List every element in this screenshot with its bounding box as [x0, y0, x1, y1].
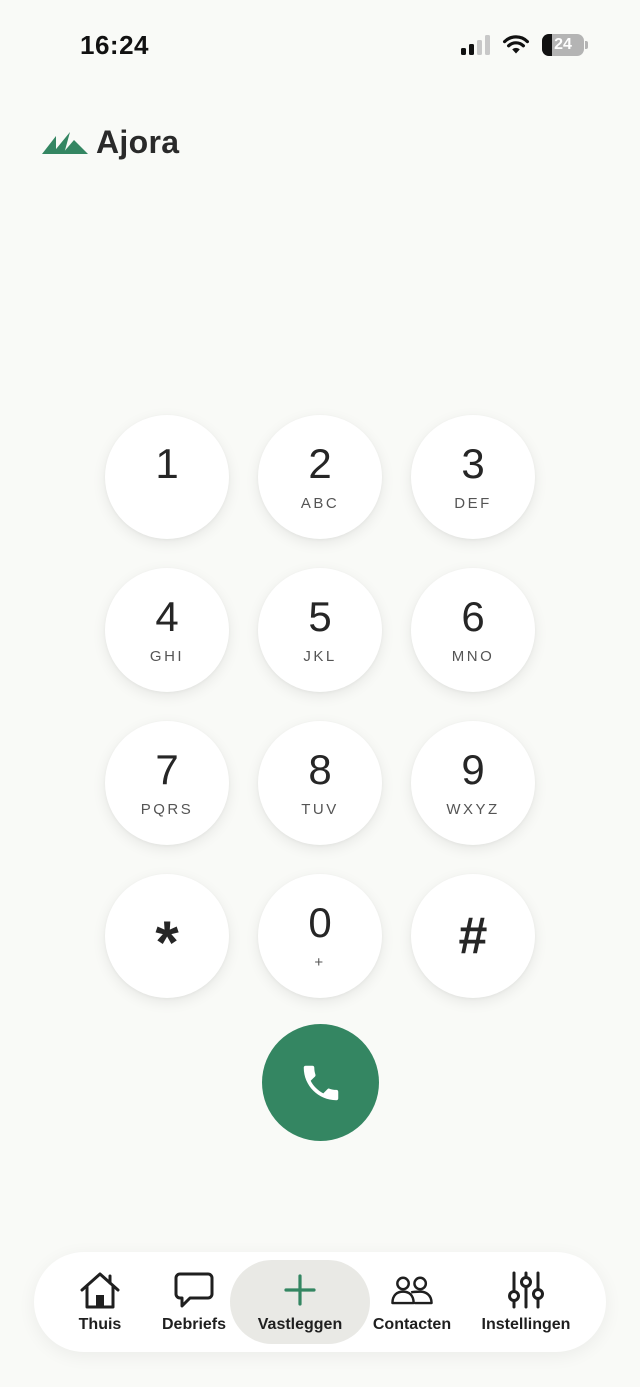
- ajora-logo-icon: [42, 131, 88, 154]
- key-digit: 5: [308, 593, 332, 640]
- key-letters: JKL: [303, 648, 337, 665]
- nav-label: Debriefs: [161, 1316, 227, 1333]
- contacts-icon: [390, 1270, 434, 1310]
- key-hash[interactable]: #: [411, 874, 535, 998]
- signal-icon: [461, 35, 490, 55]
- key-letters: MNO: [451, 648, 495, 665]
- key-digit: 6: [461, 593, 485, 640]
- keypad: 1 2 ABC 3 DEF 4 GHI 5 JKL 6 MNO 7 PQRS 8: [105, 415, 535, 998]
- wifi-icon: [503, 35, 529, 54]
- key-digit: 4: [155, 593, 179, 640]
- key-digit: 1: [155, 440, 179, 487]
- key-2[interactable]: 2 ABC: [258, 415, 382, 539]
- key-3[interactable]: 3 DEF: [411, 415, 535, 539]
- nav-label: Thuis: [78, 1316, 122, 1333]
- key-letters: GHI: [149, 648, 185, 665]
- key-letters: WXYZ: [446, 801, 500, 818]
- key-7[interactable]: 7 PQRS: [105, 721, 229, 845]
- key-digit: #: [458, 907, 488, 965]
- battery-level: 24: [554, 36, 572, 53]
- nav-item-thuis[interactable]: Thuis: [64, 1260, 136, 1344]
- app-logo: Ajora: [42, 124, 179, 161]
- battery-icon: 24: [542, 34, 584, 56]
- key-1[interactable]: 1: [105, 415, 229, 539]
- key-digit: 3: [461, 440, 485, 487]
- nav-label: Instellingen: [481, 1316, 571, 1333]
- key-letters: TUV: [301, 801, 339, 818]
- dialer-screen: 16:24 24 Ajora 1 2 ABC 3 DEF 4 GHI 5 JKL…: [0, 0, 640, 1387]
- key-4[interactable]: 4 GHI: [105, 568, 229, 692]
- plus-icon: [278, 1270, 322, 1310]
- sliders-icon: [504, 1270, 548, 1310]
- key-0[interactable]: 0 +: [258, 874, 382, 998]
- bottom-nav: Thuis Debriefs Vastleggen Contacten Inst…: [34, 1252, 606, 1352]
- nav-item-instellingen[interactable]: Instellingen: [476, 1260, 576, 1344]
- key-5[interactable]: 5 JKL: [258, 568, 382, 692]
- key-digit: 0: [308, 899, 332, 946]
- key-letters: DEF: [454, 495, 492, 512]
- status-icons: 24: [461, 34, 588, 56]
- phone-icon: [303, 1065, 338, 1100]
- key-digit: 9: [461, 746, 485, 793]
- key-digit: 2: [308, 440, 332, 487]
- nav-item-debriefs[interactable]: Debriefs: [158, 1260, 230, 1344]
- key-letters: ABC: [300, 495, 340, 512]
- key-8[interactable]: 8 TUV: [258, 721, 382, 845]
- nav-label: Contacten: [372, 1316, 452, 1333]
- key-digit: 7: [155, 746, 179, 793]
- home-icon: [78, 1270, 122, 1310]
- nav-item-contacten[interactable]: Contacten: [370, 1260, 454, 1344]
- key-letters: PQRS: [140, 801, 194, 818]
- key-digit: *: [155, 909, 179, 976]
- key-star[interactable]: *: [105, 874, 229, 998]
- key-letters: +: [314, 954, 326, 971]
- nav-item-vastleggen[interactable]: Vastleggen: [230, 1260, 370, 1344]
- chat-bubble-icon: [172, 1270, 216, 1310]
- key-digit: 8: [308, 746, 332, 793]
- nav-label: Vastleggen: [257, 1316, 343, 1333]
- key-6[interactable]: 6 MNO: [411, 568, 535, 692]
- key-9[interactable]: 9 WXYZ: [411, 721, 535, 845]
- call-button[interactable]: [262, 1024, 379, 1141]
- brand-name: Ajora: [96, 124, 180, 160]
- status-time: 16:24: [80, 30, 149, 60]
